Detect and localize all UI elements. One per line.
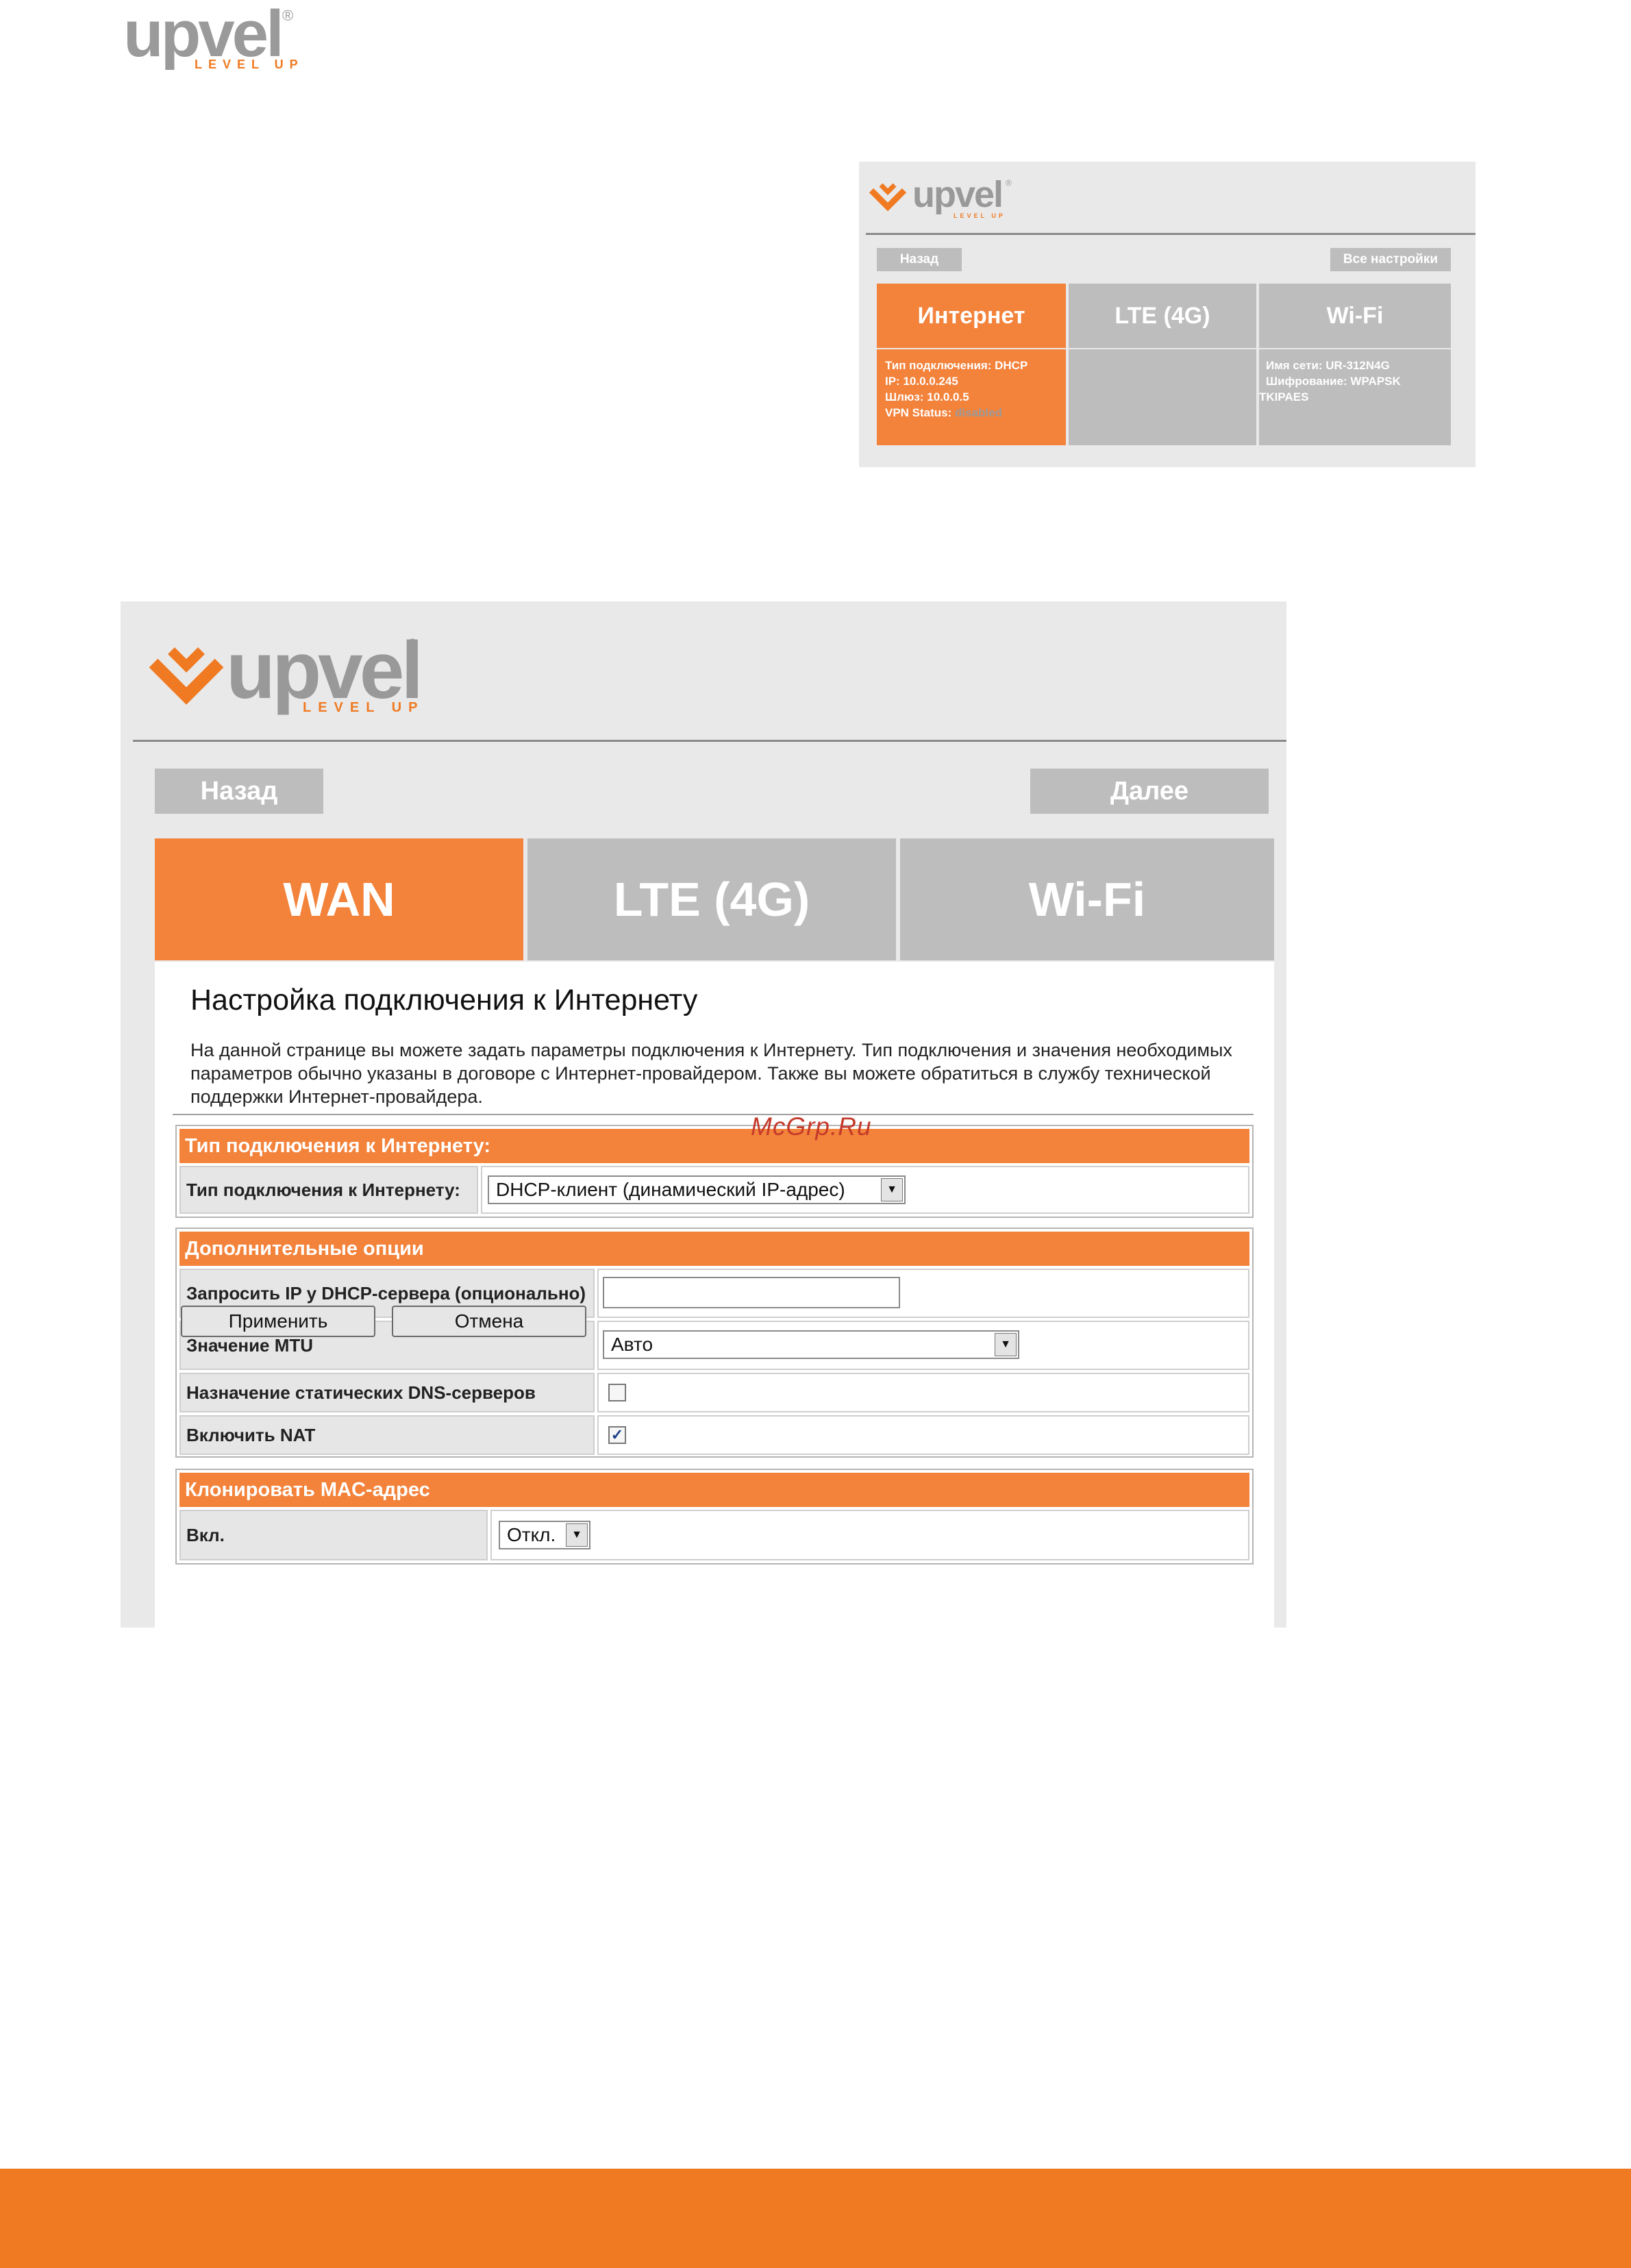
wifi-ssid: Имя сети: UR-312N4G bbox=[1266, 359, 1390, 372]
overview-back-button[interactable]: Назад bbox=[877, 248, 962, 271]
wifi-encryption: Шифрование: WPAPSK bbox=[1266, 375, 1401, 388]
clone-mac-enable-label: Вкл. bbox=[179, 1510, 488, 1560]
request-ip-input[interactable] bbox=[603, 1277, 900, 1308]
logo-registered-mark: ® bbox=[282, 7, 294, 24]
static-dns-cell bbox=[597, 1373, 1249, 1412]
apply-button[interactable]: Применить bbox=[181, 1306, 375, 1337]
overview-divider bbox=[866, 233, 1476, 235]
nat-cell: ✓ bbox=[597, 1415, 1249, 1455]
nat-label: Включить NAT bbox=[179, 1415, 595, 1455]
connection-type-header: Тип подключения к Интернету: bbox=[179, 1129, 1249, 1163]
wan-settings-screenshot: upvel ® LEVEL UP Назад Далее WAN LTE (4G… bbox=[121, 601, 1286, 1628]
overview-tile-lte[interactable]: LTE (4G) bbox=[1069, 284, 1256, 348]
page-logo: upvel ® LEVEL UP bbox=[123, 0, 315, 74]
connection-type-select[interactable]: DHCP-клиент (динамический IP-адрес) ▼ bbox=[488, 1175, 906, 1204]
tab-wan[interactable]: WAN bbox=[155, 838, 523, 960]
internet-gateway: Шлюз: 10.0.0.5 bbox=[885, 390, 969, 403]
internet-ip: IP: 10.0.0.245 bbox=[885, 375, 958, 388]
overview-logo-tagline: LEVEL UP bbox=[954, 212, 1006, 219]
connection-type-cell: DHCP-клиент (динамический IP-адрес) ▼ bbox=[481, 1166, 1249, 1214]
static-dns-checkbox[interactable] bbox=[608, 1384, 626, 1401]
connection-type-section: Тип подключения к Интернету: Тип подключ… bbox=[175, 1125, 1254, 1218]
overview-all-settings-button[interactable]: Все настройки bbox=[1330, 248, 1451, 271]
overview-logo-registered: ® bbox=[1006, 178, 1012, 188]
chevron-down-icon[interactable]: ▼ bbox=[995, 1333, 1017, 1356]
overview-wifi-info: Имя сети: UR-312N4G Шифрование: WPAPSK T… bbox=[1259, 349, 1451, 445]
overview-logo: upvel ® LEVEL UP bbox=[869, 174, 1019, 219]
wan-logo-tagline: LEVEL UP bbox=[303, 700, 425, 715]
wan-logo: upvel ® LEVEL UP bbox=[148, 626, 436, 719]
clone-mac-enable-select[interactable]: Откл. ▼ bbox=[499, 1521, 590, 1549]
connection-type-value: DHCP-клиент (динамический IP-адрес) bbox=[496, 1179, 845, 1200]
internet-vpn-status: VPN Status: disabled bbox=[885, 405, 1066, 421]
overview-lte-info bbox=[1069, 349, 1256, 445]
overview-tile-internet[interactable]: Интернет bbox=[877, 284, 1066, 348]
upvel-chevron-icon bbox=[869, 183, 907, 212]
clone-mac-section: Клонировать MAC-адрес Вкл. Откл. ▼ bbox=[175, 1469, 1254, 1565]
clone-mac-enable-value: Откл. bbox=[507, 1524, 556, 1545]
connection-type-label: Тип подключения к Интернету: bbox=[179, 1166, 478, 1214]
chevron-down-icon[interactable]: ▼ bbox=[881, 1178, 903, 1201]
logo-tagline: LEVEL UP bbox=[195, 58, 304, 71]
mtu-cell: Авто ▼ bbox=[597, 1321, 1249, 1370]
cancel-button[interactable]: Отмена bbox=[392, 1306, 586, 1337]
additional-options-header: Дополнительные опции bbox=[179, 1232, 1249, 1266]
tab-lte[interactable]: LTE (4G) bbox=[527, 838, 896, 960]
content-divider bbox=[173, 1114, 1254, 1115]
mtu-select[interactable]: Авто ▼ bbox=[603, 1330, 1019, 1359]
back-button[interactable]: Назад bbox=[155, 769, 323, 814]
wan-logo-registered: ® bbox=[407, 636, 419, 653]
clone-mac-enable-cell: Откл. ▼ bbox=[490, 1510, 1249, 1560]
mtu-value: Авто bbox=[611, 1334, 653, 1355]
overview-tile-wifi[interactable]: Wi-Fi bbox=[1259, 284, 1451, 348]
wan-divider bbox=[133, 740, 1286, 742]
overview-internet-info: Тип подключения: DHCP IP: 10.0.0.245 Шлю… bbox=[877, 349, 1066, 445]
request-ip-cell bbox=[597, 1269, 1249, 1318]
vpn-status-label: VPN Status: bbox=[885, 406, 952, 419]
clone-mac-header: Клонировать MAC-адрес bbox=[179, 1473, 1249, 1507]
page-title: Настройка подключения к Интернету bbox=[190, 984, 698, 1017]
wifi-encryption-cont: TKIPAES bbox=[1259, 390, 1309, 403]
next-button[interactable]: Далее bbox=[1030, 769, 1269, 814]
watermark-text: McGrp.Ru bbox=[751, 1112, 872, 1141]
overview-screenshot: upvel ® LEVEL UP Назад Все настройки Инт… bbox=[859, 162, 1476, 467]
footer-bar bbox=[0, 2169, 1631, 2268]
additional-options-section: Дополнительные опции Запросить IP у DHCP… bbox=[175, 1228, 1254, 1458]
overview-logo-wordmark: upvel bbox=[912, 174, 1004, 215]
internet-connection-type: Тип подключения: DHCP bbox=[885, 359, 1028, 372]
nat-checkbox[interactable]: ✓ bbox=[608, 1426, 626, 1444]
upvel-chevron-icon bbox=[149, 647, 224, 705]
vpn-status-value: disabled bbox=[955, 406, 1002, 419]
tab-wifi[interactable]: Wi-Fi bbox=[900, 838, 1274, 960]
wan-content-panel: Настройка подключения к Интернету На дан… bbox=[155, 962, 1274, 1628]
page-description: На данной странице вы можете задать пара… bbox=[190, 1040, 1232, 1107]
chevron-down-icon[interactable]: ▼ bbox=[566, 1523, 588, 1547]
static-dns-label: Назначение статических DNS-серверов bbox=[179, 1373, 595, 1412]
